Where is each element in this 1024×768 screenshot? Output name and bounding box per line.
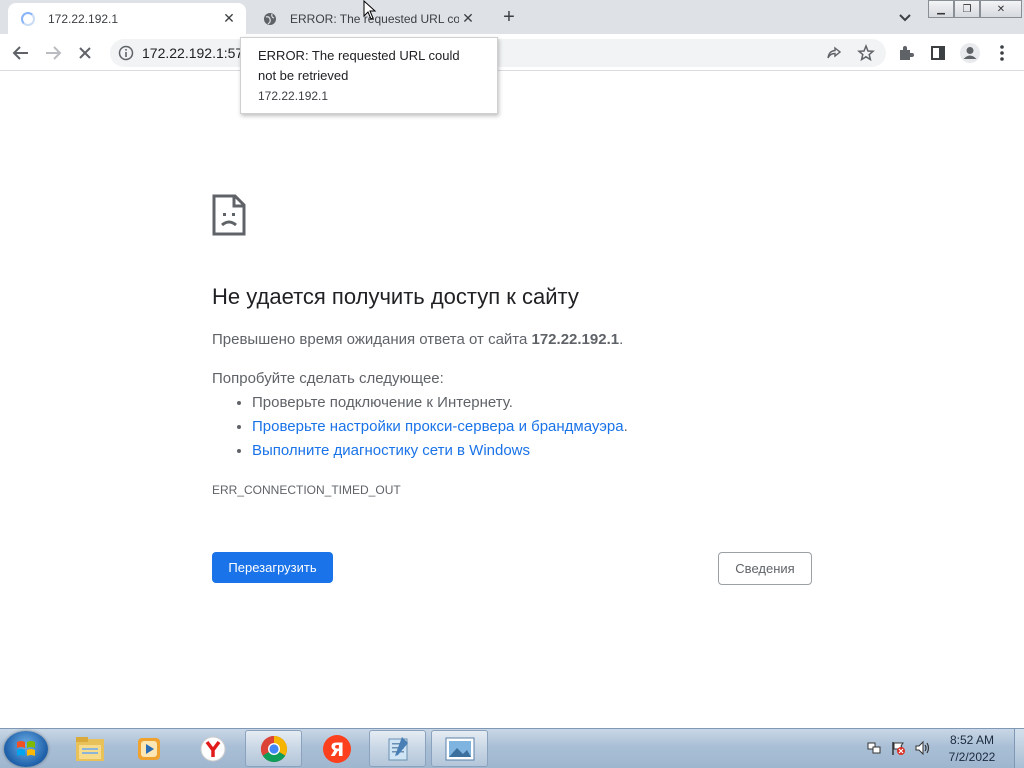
minimize-button[interactable]: ▁ — [928, 0, 954, 18]
tab-close-icon[interactable]: ✕ — [459, 10, 477, 28]
suggestion-suffix: . — [623, 418, 628, 435]
taskbar: Я 8:52 AM 7/2/2022 — [0, 728, 1024, 768]
volume-icon[interactable] — [912, 737, 932, 759]
clock-date: 7/2/2022 — [948, 750, 996, 764]
action-center-flag-icon[interactable] — [888, 737, 908, 759]
tab-hover-tooltip: ERROR: The requested URL could not be re… — [240, 37, 498, 114]
start-button[interactable] — [4, 731, 48, 767]
error-code: ERR_CONNECTION_TIMED_OUT — [212, 483, 401, 497]
desc-host: 172.22.192.1 — [531, 331, 620, 348]
tooltip-host: 172.22.192.1 — [258, 89, 329, 103]
mouse-cursor-icon — [363, 0, 377, 20]
tooltip-title: ERROR: The requested URL could not be re… — [258, 48, 460, 83]
system-clock[interactable]: 8:52 AM 7/2/2022 — [940, 732, 1004, 766]
tab-search-chevron-icon[interactable] — [896, 9, 914, 27]
address-bar[interactable]: 172.22.192.1:57 — [110, 39, 886, 67]
url-text[interactable]: 172.22.192.1:57 — [142, 45, 242, 61]
photo-viewer-icon[interactable] — [431, 730, 488, 767]
window-close-button[interactable]: ✕ — [980, 0, 1022, 18]
desc-prefix: Превышено время ожидания ответа от сайта — [212, 331, 532, 348]
bookmark-star-icon[interactable] — [856, 43, 876, 63]
profile-avatar-icon[interactable] — [958, 41, 982, 65]
stop-loading-button[interactable] — [73, 41, 97, 65]
forward-button[interactable] — [41, 41, 65, 65]
clock-time: 8:52 AM — [949, 733, 995, 747]
proxy-settings-link[interactable]: Проверьте настройки прокси-сервера и бра… — [252, 418, 624, 435]
suggestion-check-proxy: Проверьте настройки прокси-сервера и бра… — [252, 418, 628, 442]
window-controls: ▁ ❐ ✕ — [928, 0, 1022, 18]
suggestion-text: Проверьте подключение к Интернету. — [252, 394, 513, 411]
suggestion-check-connection: Проверьте подключение к Интернету. — [252, 394, 628, 418]
tab-active[interactable]: 172.22.192.1 ✕ — [8, 3, 246, 34]
details-button[interactable]: Сведения — [718, 552, 812, 585]
sad-page-icon — [212, 194, 246, 236]
side-panel-icon[interactable] — [926, 41, 950, 65]
show-desktop-button[interactable] — [1014, 729, 1024, 768]
browser-toolbar: 172.22.192.1:57 — [0, 34, 1024, 71]
windows-logo-icon — [17, 741, 35, 756]
new-tab-button[interactable]: + — [498, 7, 520, 29]
suggestion-run-diagnostics: Выполните диагностику сети в Windows — [252, 442, 628, 466]
site-info-icon[interactable] — [118, 45, 134, 61]
loading-spinner-icon — [20, 11, 36, 27]
restore-button[interactable]: ❐ — [954, 0, 980, 18]
svg-text:Я: Я — [329, 739, 344, 761]
yandex-icon[interactable]: Я — [308, 730, 365, 767]
network-diagnostics-link[interactable]: Выполните диагностику сети в Windows — [252, 442, 530, 459]
desc-suffix: . — [619, 331, 624, 348]
network-icon[interactable] — [864, 737, 884, 759]
tab-title: 172.22.192.1 — [48, 11, 119, 26]
reload-button[interactable]: Перезагрузить — [212, 552, 333, 583]
menu-kebab-icon[interactable] — [990, 41, 1014, 65]
media-player-icon[interactable] — [120, 730, 177, 767]
back-button[interactable] — [9, 41, 33, 65]
globe-icon — [262, 11, 278, 27]
error-description: Превышено время ожидания ответа от сайта… — [212, 331, 623, 348]
notepad-icon[interactable] — [369, 730, 426, 767]
suggestions-list: Проверьте подключение к Интернету. Прове… — [230, 394, 628, 466]
tab-close-icon[interactable]: ✕ — [220, 10, 238, 28]
windows-explorer-icon[interactable] — [61, 730, 118, 767]
error-heading: Не удается получить доступ к сайту — [212, 284, 579, 309]
yandex-browser-icon[interactable] — [184, 730, 241, 767]
chrome-icon[interactable] — [245, 730, 302, 767]
try-label: Попробуйте сделать следующее: — [212, 370, 444, 387]
tab-strip: 172.22.192.1 ✕ ERROR: The requested URL … — [0, 0, 1024, 34]
share-icon[interactable] — [824, 43, 844, 63]
extensions-puzzle-icon[interactable] — [894, 41, 918, 65]
